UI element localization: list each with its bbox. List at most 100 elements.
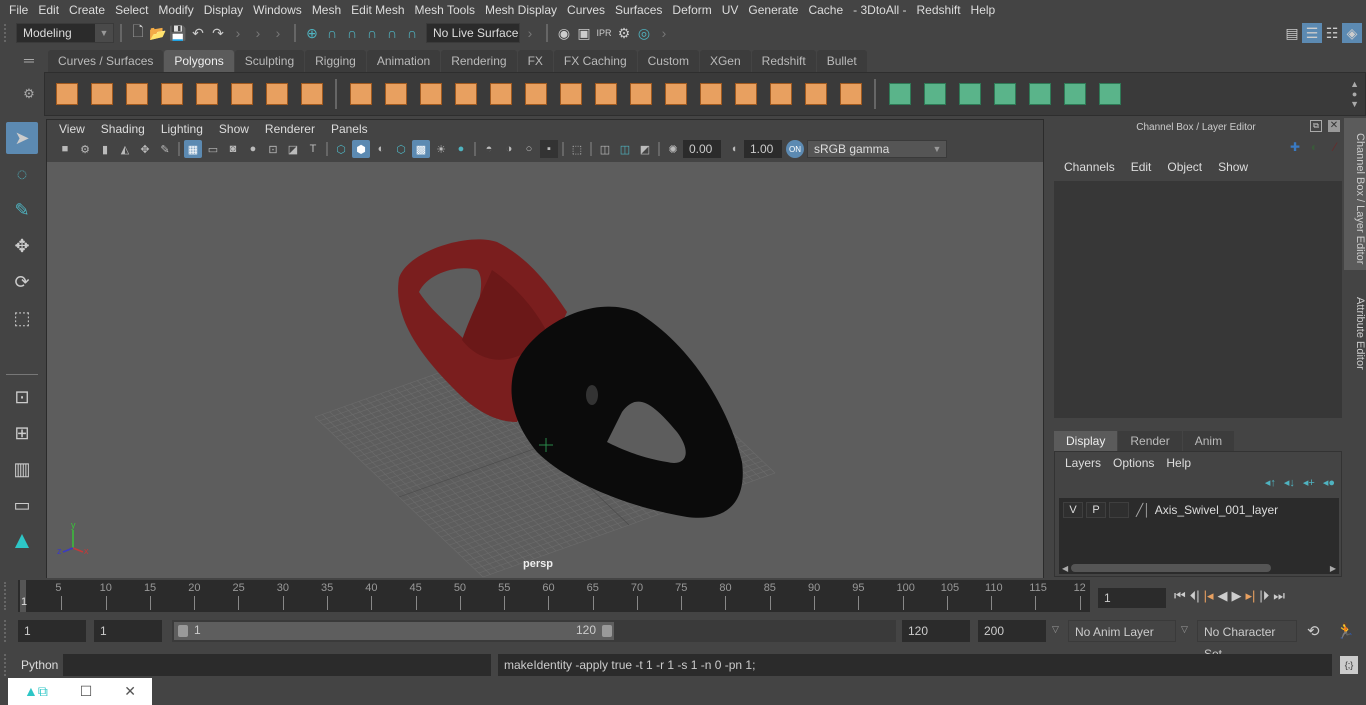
menu-curves[interactable]: Curves — [562, 3, 610, 17]
animation-start-field[interactable]: 1 — [18, 620, 86, 642]
menu-3dtoall[interactable]: - 3DtoAll - — [848, 3, 911, 17]
shelf-tab-polygons[interactable]: Polygons — [164, 50, 234, 72]
menu-edit[interactable]: Edit — [33, 3, 64, 17]
layer-menu-help[interactable]: Help — [1160, 456, 1197, 470]
paint-select-tool-icon[interactable]: ✎ — [6, 194, 38, 226]
four-view-layout-icon[interactable]: ⊞ — [6, 417, 38, 449]
automatic-uv-icon[interactable] — [987, 78, 1022, 110]
horizontal-scrollbar[interactable]: ◀ ▶ — [1059, 562, 1339, 574]
menu-windows[interactable]: Windows — [248, 3, 307, 17]
channel-box-icon[interactable]: ◈ — [1342, 23, 1362, 43]
xray-icon[interactable]: ◫ — [596, 140, 614, 158]
layer-row[interactable]: V P ╱│ Axis_Swivel_001_layer — [1059, 498, 1339, 522]
script-language-toggle[interactable]: Python — [21, 658, 58, 672]
move-tool-icon[interactable]: ✥ — [6, 230, 38, 262]
viewport-menu-lighting[interactable]: Lighting — [153, 122, 211, 136]
exposure-icon[interactable]: ✺ — [664, 140, 682, 158]
poly-cone-icon[interactable] — [154, 78, 189, 110]
viewport-menu-show[interactable]: Show — [211, 122, 257, 136]
poly-cylinder-icon[interactable] — [119, 78, 154, 110]
collapse-arrow-icon[interactable]: › — [248, 23, 268, 43]
visibility-toggle[interactable]: V — [1063, 502, 1083, 518]
speed-icon[interactable]: ◐ — [1311, 140, 1318, 154]
layer-color-icon[interactable]: ╱│ — [1136, 503, 1151, 517]
multicut-icon[interactable] — [553, 78, 588, 110]
shelf-tab-sculpting[interactable]: Sculpting — [234, 50, 305, 72]
float-panel-icon[interactable]: ⧉ — [1310, 120, 1322, 132]
snap-curve-icon[interactable]: ∩ — [322, 23, 342, 43]
step-forward-key-icon[interactable]: ▸| — [1246, 588, 1256, 604]
layer-menu-options[interactable]: Options — [1107, 456, 1160, 470]
tool-settings-icon[interactable]: ☷ — [1322, 23, 1342, 43]
wireframe-icon[interactable]: ⬡ — [332, 140, 350, 158]
playback-end-field[interactable]: 120 — [902, 620, 970, 642]
tab-channel-box[interactable]: Channel Box / Layer Editor — [1344, 118, 1366, 270]
planar-uv-icon[interactable] — [882, 78, 917, 110]
camera-attributes-icon[interactable]: ⚙ — [76, 140, 94, 158]
shelf-tab-animation[interactable]: Animation — [366, 50, 441, 72]
channel-menu-object[interactable]: Object — [1159, 160, 1210, 174]
outliner-layout-icon[interactable]: ▥ — [6, 453, 38, 485]
menu-help[interactable]: Help — [966, 3, 1001, 17]
go-to-end-icon[interactable]: ⏭ — [1273, 588, 1285, 604]
extrude-icon[interactable] — [518, 78, 553, 110]
live-surface-field[interactable]: No Live Surface — [426, 23, 520, 43]
scale-tool-icon[interactable]: ⬚ — [6, 302, 38, 334]
close-icon[interactable]: ✕ — [124, 683, 136, 700]
collapse-arrow-icon[interactable]: › — [228, 23, 248, 43]
isolate-select-icon[interactable]: ⬚ — [568, 140, 586, 158]
spherical-uv-icon[interactable] — [952, 78, 987, 110]
animation-preferences-icon[interactable]: 🏃 — [1336, 622, 1355, 640]
layer-tab-render[interactable]: Render — [1118, 431, 1182, 451]
bevel-cube-icon[interactable] — [763, 78, 798, 110]
image-plane-icon[interactable]: ◭ — [116, 140, 134, 158]
depth-of-field-icon[interactable]: ▪ — [540, 140, 558, 158]
playback-toggle[interactable]: P — [1086, 502, 1106, 518]
close-icon[interactable]: ✕ — [1328, 120, 1340, 132]
manipulator-icon[interactable]: ✚ — [1290, 140, 1300, 154]
color-space-dropdown[interactable]: sRGB gamma ▼ — [807, 140, 947, 158]
shelf-tab-curves-surfaces[interactable]: Curves / Surfaces — [48, 50, 164, 72]
two-d-pan-zoom-icon[interactable]: ✥ — [136, 140, 154, 158]
fill-hole-icon[interactable] — [798, 78, 833, 110]
modeling-toolkit-icon[interactable]: ▤ — [1282, 23, 1302, 43]
uv-editor-icon[interactable] — [1057, 78, 1092, 110]
menu-display[interactable]: Display — [199, 3, 248, 17]
channel-list[interactable] — [1054, 181, 1342, 418]
exposure-field[interactable]: 0.00 — [683, 140, 721, 158]
bookmark-icon[interactable]: ▮ — [96, 140, 114, 158]
range-start-handle[interactable] — [178, 625, 188, 637]
xray-joints-icon[interactable]: ◩ — [636, 140, 654, 158]
use-all-lights-icon[interactable]: ☀ — [432, 140, 450, 158]
poly-torus-icon[interactable] — [224, 78, 259, 110]
motion-blur-icon[interactable]: ◑ — [500, 140, 518, 158]
xray-active-components-icon[interactable]: ◫ — [616, 140, 634, 158]
new-layer-from-selection-icon[interactable]: ◂● — [1323, 476, 1335, 489]
bridge-icon[interactable] — [588, 78, 623, 110]
shelf-tab-fx-caching[interactable]: FX Caching — [553, 50, 637, 72]
mode-dropdown[interactable]: Modeling ▼ — [16, 23, 114, 43]
current-frame-field[interactable]: 1 — [1098, 588, 1166, 608]
menu-mesh[interactable]: Mesh — [307, 3, 346, 17]
anti-aliasing-icon[interactable]: ○ — [520, 140, 538, 158]
snap-point-icon[interactable]: ∩ — [342, 23, 362, 43]
collapse-arrow-icon[interactable]: › — [654, 23, 674, 43]
screen-space-ao-icon[interactable]: ◓ — [480, 140, 498, 158]
cylindrical-uv-icon[interactable] — [917, 78, 952, 110]
layer-name[interactable]: Axis_Swivel_001_layer — [1155, 503, 1278, 517]
range-slider[interactable]: 1 120 — [172, 620, 896, 642]
play-backwards-icon[interactable]: ◀ — [1218, 588, 1228, 604]
chevron-down-icon[interactable]: ▽ — [1052, 624, 1059, 635]
poly-pipe-icon[interactable] — [294, 78, 329, 110]
smooth-icon[interactable] — [448, 78, 483, 110]
combine-icon[interactable] — [343, 78, 378, 110]
menu-file[interactable]: File — [4, 3, 33, 17]
playback-start-field[interactable]: 1 — [94, 620, 162, 642]
menu-surfaces[interactable]: Surfaces — [610, 3, 667, 17]
contour-uv-icon[interactable] — [1022, 78, 1057, 110]
scroll-thumb[interactable] — [1071, 564, 1272, 572]
step-forward-frame-icon[interactable]: |⏵ — [1259, 588, 1269, 604]
snap-view-plane-icon[interactable]: ∩ — [362, 23, 382, 43]
reduce-icon[interactable] — [483, 78, 518, 110]
snap-grid-icon[interactable]: ⊕ — [302, 23, 322, 43]
